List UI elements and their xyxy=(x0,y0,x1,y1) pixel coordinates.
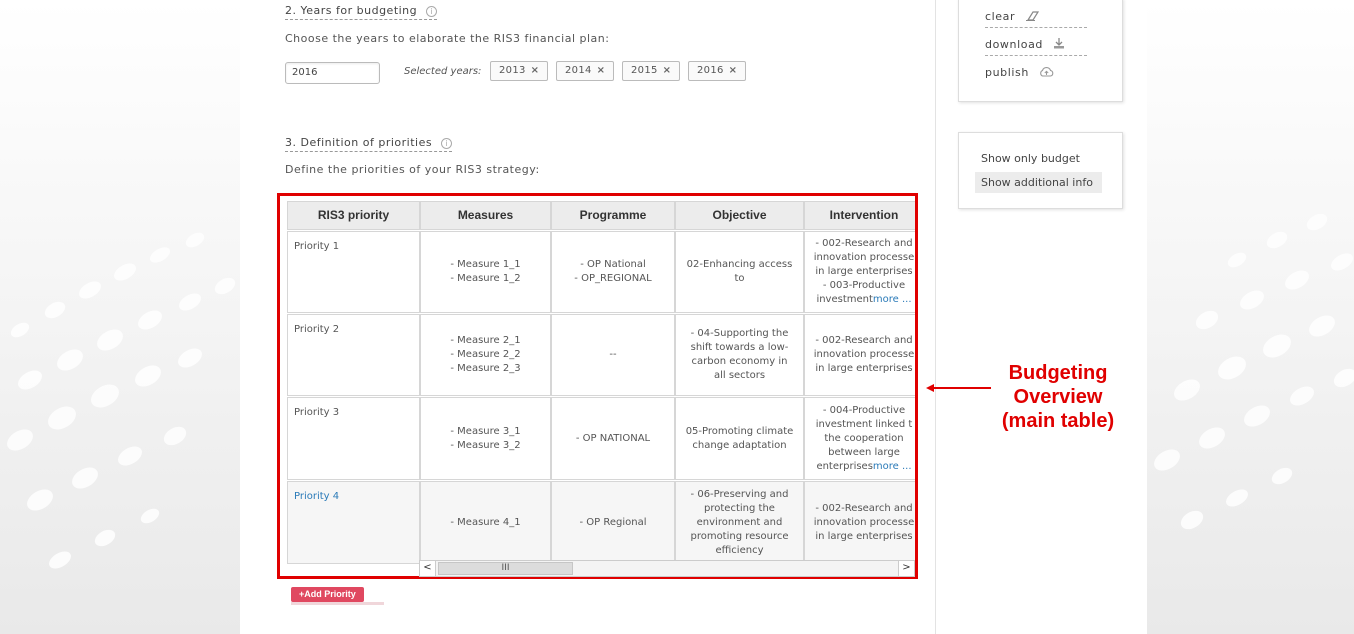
intervention-cell: - 002-Research and innovation processe i… xyxy=(804,314,915,396)
programme-cell: - OP National - OP_REGIONAL xyxy=(551,231,675,313)
priority-cell[interactable]: Priority 2 xyxy=(287,314,420,396)
priorities-section-title: 3. Definition of priorities i xyxy=(285,136,453,152)
view-options-panel xyxy=(958,132,1123,209)
year-tag-2014: 2014 × xyxy=(556,61,615,81)
intervention-cell: - 002-Research and innovation processe i… xyxy=(804,231,915,313)
measures-cell: - Measure 1_1 - Measure 1_2 xyxy=(420,231,551,313)
action-separator xyxy=(985,55,1087,56)
programme-cell: -- xyxy=(551,314,675,396)
objective-cell: - 04-Supporting the shift towards a low-… xyxy=(675,314,804,396)
remove-year-icon[interactable]: × xyxy=(729,65,738,76)
info-icon[interactable]: i xyxy=(441,138,453,149)
measures-cell: - Measure 3_1 - Measure 3_2 xyxy=(420,397,551,480)
programme-cell: - OP NATIONAL xyxy=(551,397,675,480)
year-tag-2015: 2015 × xyxy=(622,61,681,81)
remove-year-icon[interactable]: × xyxy=(663,65,672,76)
measures-cell: - Measure 4_1 xyxy=(420,481,551,564)
scroll-thumb[interactable]: III xyxy=(438,562,573,575)
header-ris3-priority[interactable]: RIS3 priority xyxy=(287,201,420,230)
annotation-label: Budgeting Overview (main table) xyxy=(1001,362,1115,432)
years-section-description: Choose the years to elaborate the RIS3 f… xyxy=(285,32,610,45)
year-tag-2013: 2013 × xyxy=(490,61,549,81)
scroll-right-button[interactable]: > xyxy=(898,561,914,576)
remove-year-icon[interactable]: × xyxy=(531,65,540,76)
more-link[interactable]: more ... xyxy=(873,461,912,472)
background-pattern-right xyxy=(1147,0,1354,634)
more-link[interactable]: more ... xyxy=(873,294,912,305)
show-only-budget-option[interactable]: Show only budget xyxy=(975,148,1086,169)
download-link[interactable]: download xyxy=(985,38,1065,52)
programme-cell: - OP Regional xyxy=(551,481,675,564)
objective-cell: - 06-Preserving and protecting the envir… xyxy=(675,481,804,564)
intervention-cell: - 002-Research and innovation processe i… xyxy=(804,481,915,564)
add-priority-button[interactable]: +Add Priority xyxy=(291,587,364,602)
download-icon xyxy=(1053,38,1065,52)
clear-link[interactable]: clear xyxy=(985,10,1040,24)
header-intervention[interactable]: Intervention xyxy=(804,201,915,230)
priority-cell[interactable]: Priority 4 xyxy=(287,481,420,564)
year-input[interactable]: 2016 xyxy=(285,62,380,84)
background-pattern-left xyxy=(0,0,240,634)
cloud-upload-icon xyxy=(1039,66,1054,80)
intervention-cell: - 004-Productive investment linked t the… xyxy=(804,397,915,480)
header-objective[interactable]: Objective xyxy=(675,201,804,230)
measures-cell: - Measure 2_1 - Measure 2_2 - Measure 2_… xyxy=(420,314,551,396)
priority-cell[interactable]: Priority 3 xyxy=(287,397,420,480)
table-horizontal-scrollbar[interactable]: < III > xyxy=(419,560,915,577)
scroll-left-button[interactable]: < xyxy=(420,561,436,576)
header-measures[interactable]: Measures xyxy=(420,201,551,230)
priorities-section-description: Define the priorities of your RIS3 strat… xyxy=(285,163,540,176)
budgeting-table-highlight: RIS3 priority Measures Programme Objecti… xyxy=(277,193,918,579)
objective-cell: 05-Promoting climate change adaptation xyxy=(675,397,804,480)
years-section-title: 2. Years for budgeting i xyxy=(285,4,438,20)
add-priority-shadow xyxy=(291,602,384,605)
eraser-icon xyxy=(1025,11,1040,24)
column-divider xyxy=(935,0,936,634)
publish-link[interactable]: publish xyxy=(985,66,1054,80)
priority-cell[interactable]: Priority 1 xyxy=(287,231,420,313)
year-tag-2016: 2016 × xyxy=(688,61,747,81)
selected-years-label: Selected years: xyxy=(404,66,482,77)
info-icon[interactable]: i xyxy=(426,6,438,17)
action-separator xyxy=(985,27,1087,28)
show-additional-info-option[interactable]: Show additional info xyxy=(975,172,1102,193)
remove-year-icon[interactable]: × xyxy=(597,65,606,76)
header-programme[interactable]: Programme xyxy=(551,201,675,230)
objective-cell: 02-Enhancing access to xyxy=(675,231,804,313)
